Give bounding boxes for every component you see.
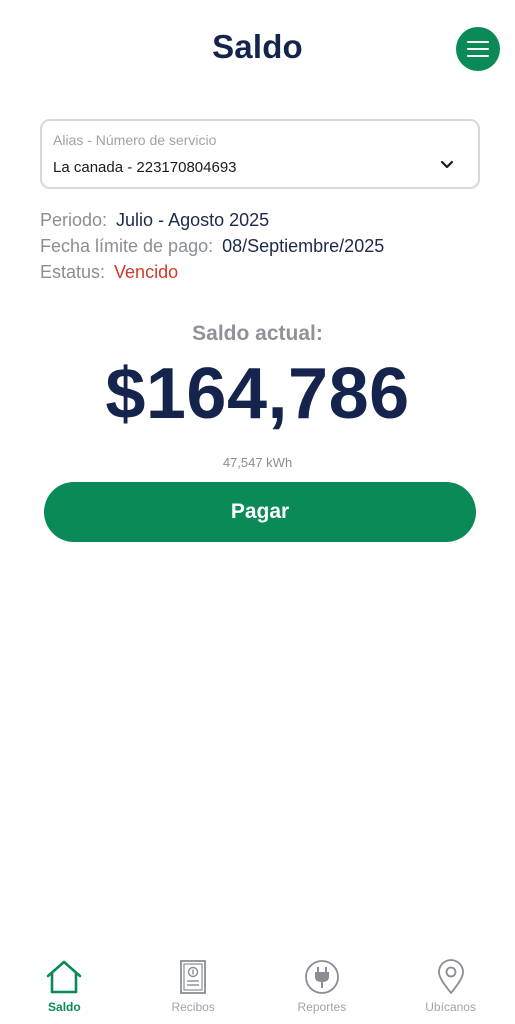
tab-recibos[interactable]: Recibos [129,950,258,1024]
balance-amount: $164,786 [105,354,410,434]
plug-icon [304,960,339,994]
balance-label: Saldo actual: [192,322,323,345]
service-selector[interactable]: Alias - Número de servicio La canada - 2… [40,119,480,189]
location-pin-icon [437,959,464,994]
service-selector-label: Alias - Número de servicio [53,132,217,148]
due-date-value: 08/Septiembre/2025 [222,236,385,256]
receipt-icon [180,960,207,994]
status-row: Estatus: Vencido [40,261,384,287]
tab-label-saldo: Saldo [48,1000,81,1014]
period-row: Periodo: Julio - Agosto 2025 [40,209,384,235]
period-label: Periodo: [40,210,108,230]
menu-button[interactable] [456,27,500,71]
service-selector-value: La canada - 223170804693 [53,159,237,176]
header: Saldo [0,0,515,100]
tab-ubicanos[interactable]: Ubícanos [386,950,515,1024]
tab-label-reportes: Reportes [297,1000,347,1014]
due-date-label: Fecha límite de pago: [40,236,214,256]
pay-button[interactable]: Pagar [44,482,476,542]
hamburger-menu-icon [467,41,489,57]
chevron-down-icon [440,160,454,169]
status-value: Vencido [114,262,179,282]
saldo-screen: Saldo Alias - Número de servicio La cana… [0,0,515,1024]
tab-saldo[interactable]: Saldo [0,950,129,1024]
status-label: Estatus: [40,262,106,282]
home-icon [47,960,82,994]
due-date-row: Fecha límite de pago: 08/Septiembre/2025 [40,235,384,261]
consumption-kwh: 47,547 kWh [222,455,293,470]
bottom-tab-bar: Saldo Recibos Reportes Ubícanos [0,950,515,1024]
tab-label-recibos: Recibos [171,1000,215,1014]
bill-info: Periodo: Julio - Agosto 2025 Fecha límite… [40,209,384,287]
page-title: Saldo [212,28,303,65]
tab-reportes[interactable]: Reportes [258,950,387,1024]
tab-label-ubicanos: Ubícanos [425,1000,476,1014]
period-value: Julio - Agosto 2025 [116,210,270,230]
